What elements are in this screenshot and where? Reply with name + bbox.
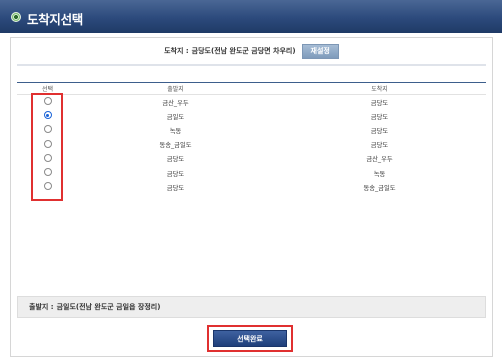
table-header: 선택 출발지 도착지	[17, 82, 486, 95]
arrival-cell: 금산_우두	[366, 156, 393, 164]
table-row[interactable]: 금당도 녹동	[17, 166, 486, 180]
departure-cell: 녹동	[169, 127, 182, 135]
table-row[interactable]: 녹동 금당도	[17, 123, 486, 137]
table-row[interactable]: 동송_금일도 금당도	[17, 138, 486, 152]
departure-cell: 금당도	[166, 156, 185, 164]
arrival-cell: 녹동	[373, 170, 386, 178]
table-row[interactable]: 금산_우두 금당도	[17, 95, 486, 109]
departure-bar: 출발지 : 금일도(전남 완도군 금일읍 장정리)	[17, 296, 486, 318]
departure-cell: 금당도	[166, 184, 185, 192]
departure-cell: 금산_우두	[162, 99, 189, 107]
destination-label: 도착지 :	[164, 47, 189, 55]
table-row[interactable]: 금당도 동송_금일도	[17, 180, 486, 194]
window-titlebar: 도착지선택	[0, 0, 502, 33]
reset-button[interactable]: 재설정	[301, 43, 339, 59]
departure-label: 출발지 :	[29, 303, 54, 311]
confirm-button[interactable]: 선택완료	[213, 330, 287, 347]
header-arrival: 도착지	[371, 86, 388, 93]
route-table: 선택 출발지 도착지 금산_우두 금당도 금일도 금당도 녹동 금당도 동송_금일도 금당도 금…	[17, 82, 486, 194]
table-row[interactable]: 금당도 금산_우두	[17, 152, 486, 166]
arrival-cell: 동송_금일도	[363, 184, 396, 192]
table-row[interactable]: 금일도 금당도	[17, 109, 486, 123]
destination-value: 금당도(전남 완도군 금당면 차우리)	[191, 47, 296, 55]
departure-cell: 금일도	[166, 113, 185, 121]
arrival-cell: 금당도	[370, 142, 389, 150]
radio-highlight-box	[31, 93, 63, 201]
circle-bullet-icon	[11, 12, 21, 22]
destination-bar: 도착지 : 금당도(전남 완도군 금당면 차우리) 재설정	[17, 38, 486, 66]
departure-value: 금일도(전남 완도군 금일읍 장정리)	[56, 303, 161, 311]
arrival-cell: 금당도	[370, 127, 389, 135]
departure-cell: 동송_금일도	[159, 142, 192, 150]
confirm-highlight-box: 선택완료	[207, 325, 293, 352]
table-body: 금산_우두 금당도 금일도 금당도 녹동 금당도 동송_금일도 금당도 금당도 금산_우두 금당도 녹…	[17, 95, 486, 194]
departure-cell: 금당도	[166, 170, 185, 178]
header-select: 선택	[41, 86, 54, 93]
header-departure: 출발지	[167, 86, 184, 93]
arrival-cell: 금당도	[370, 113, 389, 121]
window-title: 도착지선택	[27, 12, 84, 27]
arrival-cell: 금당도	[370, 99, 389, 107]
